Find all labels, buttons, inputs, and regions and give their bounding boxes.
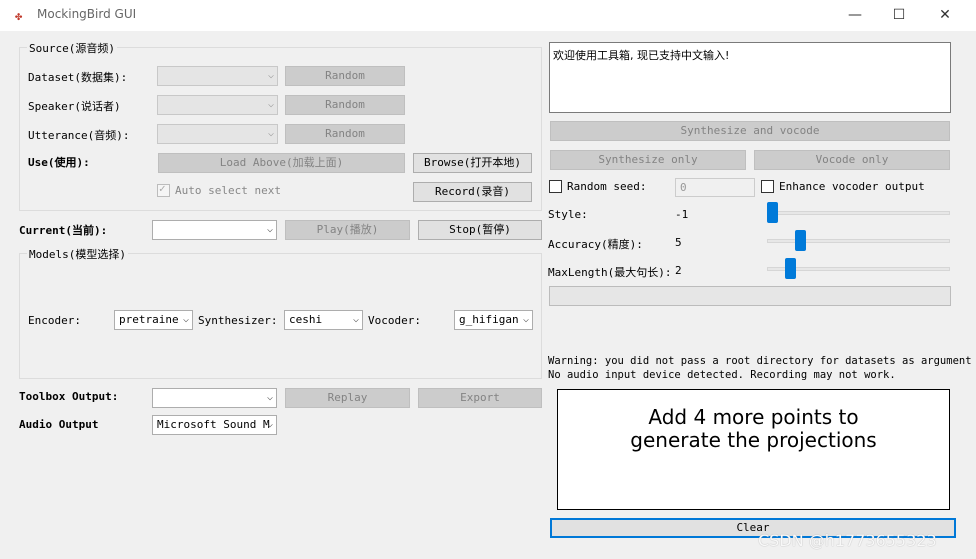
play-button[interactable]: Play(播放) [285, 220, 410, 240]
accuracy-slider-thumb[interactable] [795, 230, 806, 251]
plot-message-line-1: Add 4 more points to [648, 405, 859, 429]
encoder-value: pretraine [119, 313, 179, 326]
main-client-area: Source(源音频) Dataset(数据集): ⌵ Random Speak… [0, 31, 976, 559]
maximize-button[interactable]: ☐ [876, 0, 922, 31]
speaker-label: Speaker(说话者) [28, 100, 121, 113]
synthesize-only-button[interactable]: Synthesize only [550, 150, 746, 170]
toolbox-output-select[interactable]: ⌵ [152, 388, 277, 408]
random-seed-input[interactable]: 0 [675, 178, 755, 197]
chevron-down-icon: ⌵ [267, 99, 274, 110]
title-bar: ✤ MockingBird GUI — ☐ ✕ [0, 0, 976, 31]
plot-message: Add 4 more points to generate the projec… [558, 406, 949, 452]
chevron-down-icon: ⌵ [352, 314, 359, 325]
synthesizer-value: ceshi [289, 313, 323, 326]
stop-button[interactable]: Stop(暂停) [418, 220, 542, 240]
utterance-select[interactable]: ⌵ [157, 124, 278, 144]
accuracy-value: 5 [675, 236, 682, 249]
utterance-label: Utterance(音频): [28, 129, 130, 142]
csdn-watermark: CSDN @h1773655323 [758, 531, 937, 550]
enhance-vocoder-checkbox[interactable] [761, 180, 774, 193]
audio-output-select[interactable]: Microsoft Sound M ⌵ [152, 415, 277, 435]
style-slider-thumb[interactable] [767, 202, 778, 223]
warning-line-1: Warning: you did not pass a root directo… [548, 355, 972, 367]
dataset-label: Dataset(数据集): [28, 71, 128, 84]
warning-line-2: No audio input device detected. Recordin… [548, 369, 896, 381]
vocoder-label: Vocoder: [368, 314, 421, 327]
check-icon: ✓ [159, 182, 166, 195]
audio-output-label: Audio Output [19, 418, 99, 431]
source-group-title: Source(源音频) [27, 40, 117, 56]
auto-select-checkbox[interactable]: ✓ [157, 182, 170, 197]
current-select[interactable]: ⌵ [152, 220, 277, 240]
models-group-title: Models(模型选择) [27, 246, 128, 262]
current-label: Current(当前): [19, 224, 108, 237]
enhance-vocoder-label: Enhance vocoder output [779, 180, 925, 193]
record-button[interactable]: Record(录音) [413, 182, 532, 202]
progress-bar [549, 286, 951, 306]
synthesizer-select[interactable]: ceshi ⌵ [284, 310, 363, 330]
export-button[interactable]: Export [418, 388, 542, 408]
chevron-down-icon: ⌵ [266, 419, 273, 430]
load-above-button[interactable]: Load Above(加载上面) [158, 153, 405, 173]
auto-select-label: Auto select next [175, 184, 281, 197]
style-value: -1 [675, 208, 689, 221]
maxlength-label: MaxLength(最大句长): [548, 266, 672, 279]
chevron-down-icon: ⌵ [522, 314, 529, 325]
encoder-label: Encoder: [28, 314, 81, 327]
random-seed-label: Random seed: [567, 180, 647, 193]
close-button[interactable]: ✕ [922, 0, 968, 31]
random-seed-checkbox[interactable] [549, 180, 562, 193]
chevron-down-icon: ⌵ [266, 392, 273, 403]
toolbox-output-label: Toolbox Output: [19, 390, 119, 403]
chevron-down-icon: ⌵ [267, 70, 274, 81]
style-label: Style: [548, 208, 588, 221]
plot-message-line-2: generate the projections [630, 428, 877, 452]
text-input-area[interactable]: 欢迎使用工具箱, 现已支持中文输入! [549, 42, 951, 113]
use-label: Use(使用): [28, 156, 90, 169]
chevron-down-icon: ⌵ [267, 128, 274, 139]
window-title: MockingBird GUI [37, 7, 137, 21]
audio-output-value: Microsoft Sound M [157, 418, 270, 431]
vocoder-select[interactable]: g_hifigan ⌵ [454, 310, 533, 330]
accuracy-label: Accuracy(精度): [548, 238, 643, 251]
chevron-down-icon: ⌵ [182, 314, 189, 325]
speaker-select[interactable]: ⌵ [157, 95, 278, 115]
projections-plot: Add 4 more points to generate the projec… [557, 389, 950, 510]
maxlength-value: 2 [675, 264, 682, 277]
speaker-random-button[interactable]: Random [285, 95, 405, 115]
utterance-random-button[interactable]: Random [285, 124, 405, 144]
vocoder-value: g_hifigan [459, 313, 519, 326]
browse-button[interactable]: Browse(打开本地) [413, 153, 532, 173]
dataset-select[interactable]: ⌵ [157, 66, 278, 86]
chevron-down-icon: ⌵ [266, 224, 273, 235]
bird-icon: ✤ [15, 9, 23, 23]
synthesize-and-vocode-button[interactable]: Synthesize and vocode [550, 121, 950, 141]
vocode-only-button[interactable]: Vocode only [754, 150, 950, 170]
dataset-random-button[interactable]: Random [285, 66, 405, 86]
style-slider-track[interactable] [767, 211, 950, 215]
encoder-select[interactable]: pretraine ⌵ [114, 310, 193, 330]
synthesizer-label: Synthesizer: [198, 314, 278, 327]
minimize-button[interactable]: — [832, 0, 878, 31]
maxlength-slider-thumb[interactable] [785, 258, 796, 279]
replay-button[interactable]: Replay [285, 388, 410, 408]
